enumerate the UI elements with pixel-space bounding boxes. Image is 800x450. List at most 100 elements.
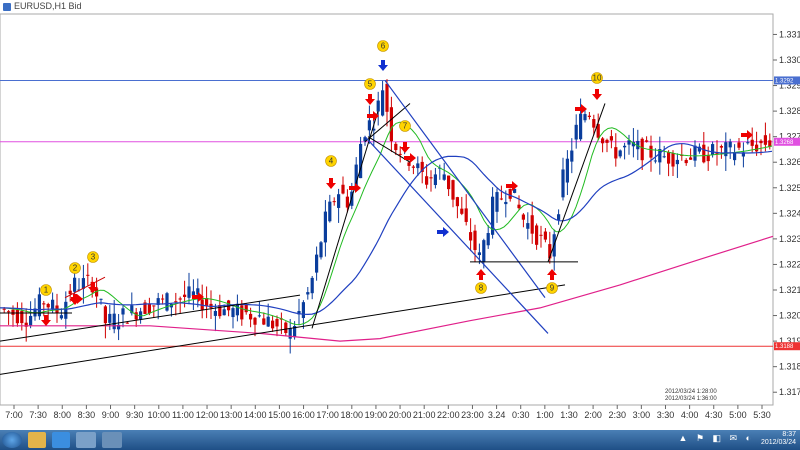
system-tray-icons[interactable]: ▲ ⚑ ◧ ✉ ◐: [679, 433, 754, 444]
y-tick-label: 1.3300: [779, 55, 800, 65]
app-taskbar-icon[interactable]: [76, 432, 96, 448]
candle-body: [667, 152, 671, 164]
annotation-number: 2: [73, 264, 78, 273]
chart-window[interactable]: EURUSD,H1 Bid 1.33101.33001.32901.32801.…: [0, 0, 800, 430]
y-tick-label: 1.3280: [779, 106, 800, 116]
y-tick-label: 1.3180: [779, 362, 800, 372]
candle-body: [733, 153, 737, 161]
candle-body: [429, 177, 433, 179]
candle-body: [763, 135, 767, 145]
x-tick-label: 15:00: [268, 410, 291, 420]
annotation-number: 9: [550, 284, 555, 293]
candle-body: [521, 214, 525, 220]
candle-body: [11, 309, 15, 315]
y-tick-label: 1.3230: [779, 234, 800, 244]
trading-app-taskbar-icon[interactable]: [102, 432, 122, 448]
candle-body: [86, 274, 90, 276]
candle-body: [7, 311, 11, 313]
candle-body: [689, 157, 693, 160]
x-tick-label: 5:30: [753, 410, 771, 420]
candle-body: [614, 147, 618, 159]
annotation-number: 5: [368, 80, 373, 89]
candle-body: [684, 159, 688, 164]
candle-body: [451, 180, 455, 200]
candle-body: [469, 232, 473, 241]
candle-body: [706, 155, 710, 162]
y-tick-label: 1.3310: [779, 29, 800, 39]
candle-body: [345, 196, 349, 208]
x-tick-label: 20:00: [389, 410, 412, 420]
candle-body: [477, 252, 481, 256]
x-tick-label: 14:00: [244, 410, 267, 420]
candle-body: [68, 290, 72, 295]
browser-taskbar-icon[interactable]: [52, 432, 70, 448]
candle-body: [526, 223, 530, 229]
candle-body: [561, 169, 565, 198]
candle-body: [482, 240, 486, 262]
candle-body: [746, 142, 750, 144]
candle-body: [222, 309, 226, 316]
annotation-number: 10: [593, 74, 602, 83]
candle-body: [235, 303, 239, 316]
x-tick-label: 3:00: [633, 410, 651, 420]
candle-body: [662, 156, 666, 158]
price-chart[interactable]: 1.33101.33001.32901.32801.32701.32601.32…: [0, 0, 800, 430]
clock-date: 2012/03/24: [760, 439, 796, 446]
annotation-number: 7: [403, 122, 408, 131]
candle-body: [623, 145, 627, 148]
candle-body: [29, 315, 33, 326]
candle-body: [587, 115, 591, 117]
annotation-number: 1: [44, 286, 49, 295]
candle-body: [750, 139, 754, 146]
candle-body: [134, 312, 138, 320]
candle-body: [257, 315, 261, 317]
candle-body: [411, 166, 415, 168]
x-tick-label: 8:30: [78, 410, 96, 420]
candle-body: [337, 194, 341, 208]
candle-body: [504, 201, 508, 205]
candle-body: [389, 107, 393, 142]
candle-body: [328, 201, 332, 222]
x-tick-label: 2:00: [584, 410, 602, 420]
candle-body: [2, 308, 6, 310]
candle-body: [231, 308, 235, 318]
taskbar: ▲ ⚑ ◧ ✉ ◐ 8:37 2012/03/24: [0, 430, 800, 450]
candle-body: [394, 143, 398, 151]
candle-body: [495, 192, 499, 212]
candle-body: [319, 242, 323, 258]
candle-body: [675, 159, 679, 165]
candle-body: [464, 208, 468, 222]
candle-body: [271, 320, 275, 329]
y-tick-label: 1.3210: [779, 285, 800, 295]
candle-body: [609, 136, 613, 141]
candle-body: [249, 313, 253, 320]
candle-body: [310, 277, 314, 294]
candle-body: [99, 298, 103, 300]
candle-body: [728, 141, 732, 148]
candle-body: [653, 160, 657, 162]
candle-body: [341, 184, 345, 194]
candle-body: [447, 175, 451, 190]
candle-body: [205, 298, 209, 307]
candle-body: [693, 145, 697, 161]
candle-body: [381, 90, 385, 116]
x-tick-label: 10:00: [148, 410, 171, 420]
candle-body: [213, 311, 217, 316]
annotation-number: 8: [479, 284, 484, 293]
start-button[interactable]: [2, 432, 22, 448]
candle-body: [152, 305, 156, 307]
clock[interactable]: 8:37 2012/03/24: [761, 431, 796, 447]
candle-body: [565, 158, 569, 183]
candle-body: [460, 208, 464, 214]
price-tag-label: 1.3188: [775, 344, 794, 350]
x-tick-label: 4:30: [705, 410, 723, 420]
x-tick-label: 0:30: [512, 410, 530, 420]
candle-body: [121, 308, 125, 315]
x-tick-label: 16:00: [292, 410, 315, 420]
candle-body: [543, 231, 547, 240]
candle-body: [15, 309, 19, 324]
explorer-taskbar-icon[interactable]: [28, 432, 46, 448]
annotation-number: 6: [381, 42, 386, 51]
candle-body: [178, 298, 182, 300]
candle-body: [425, 176, 429, 185]
